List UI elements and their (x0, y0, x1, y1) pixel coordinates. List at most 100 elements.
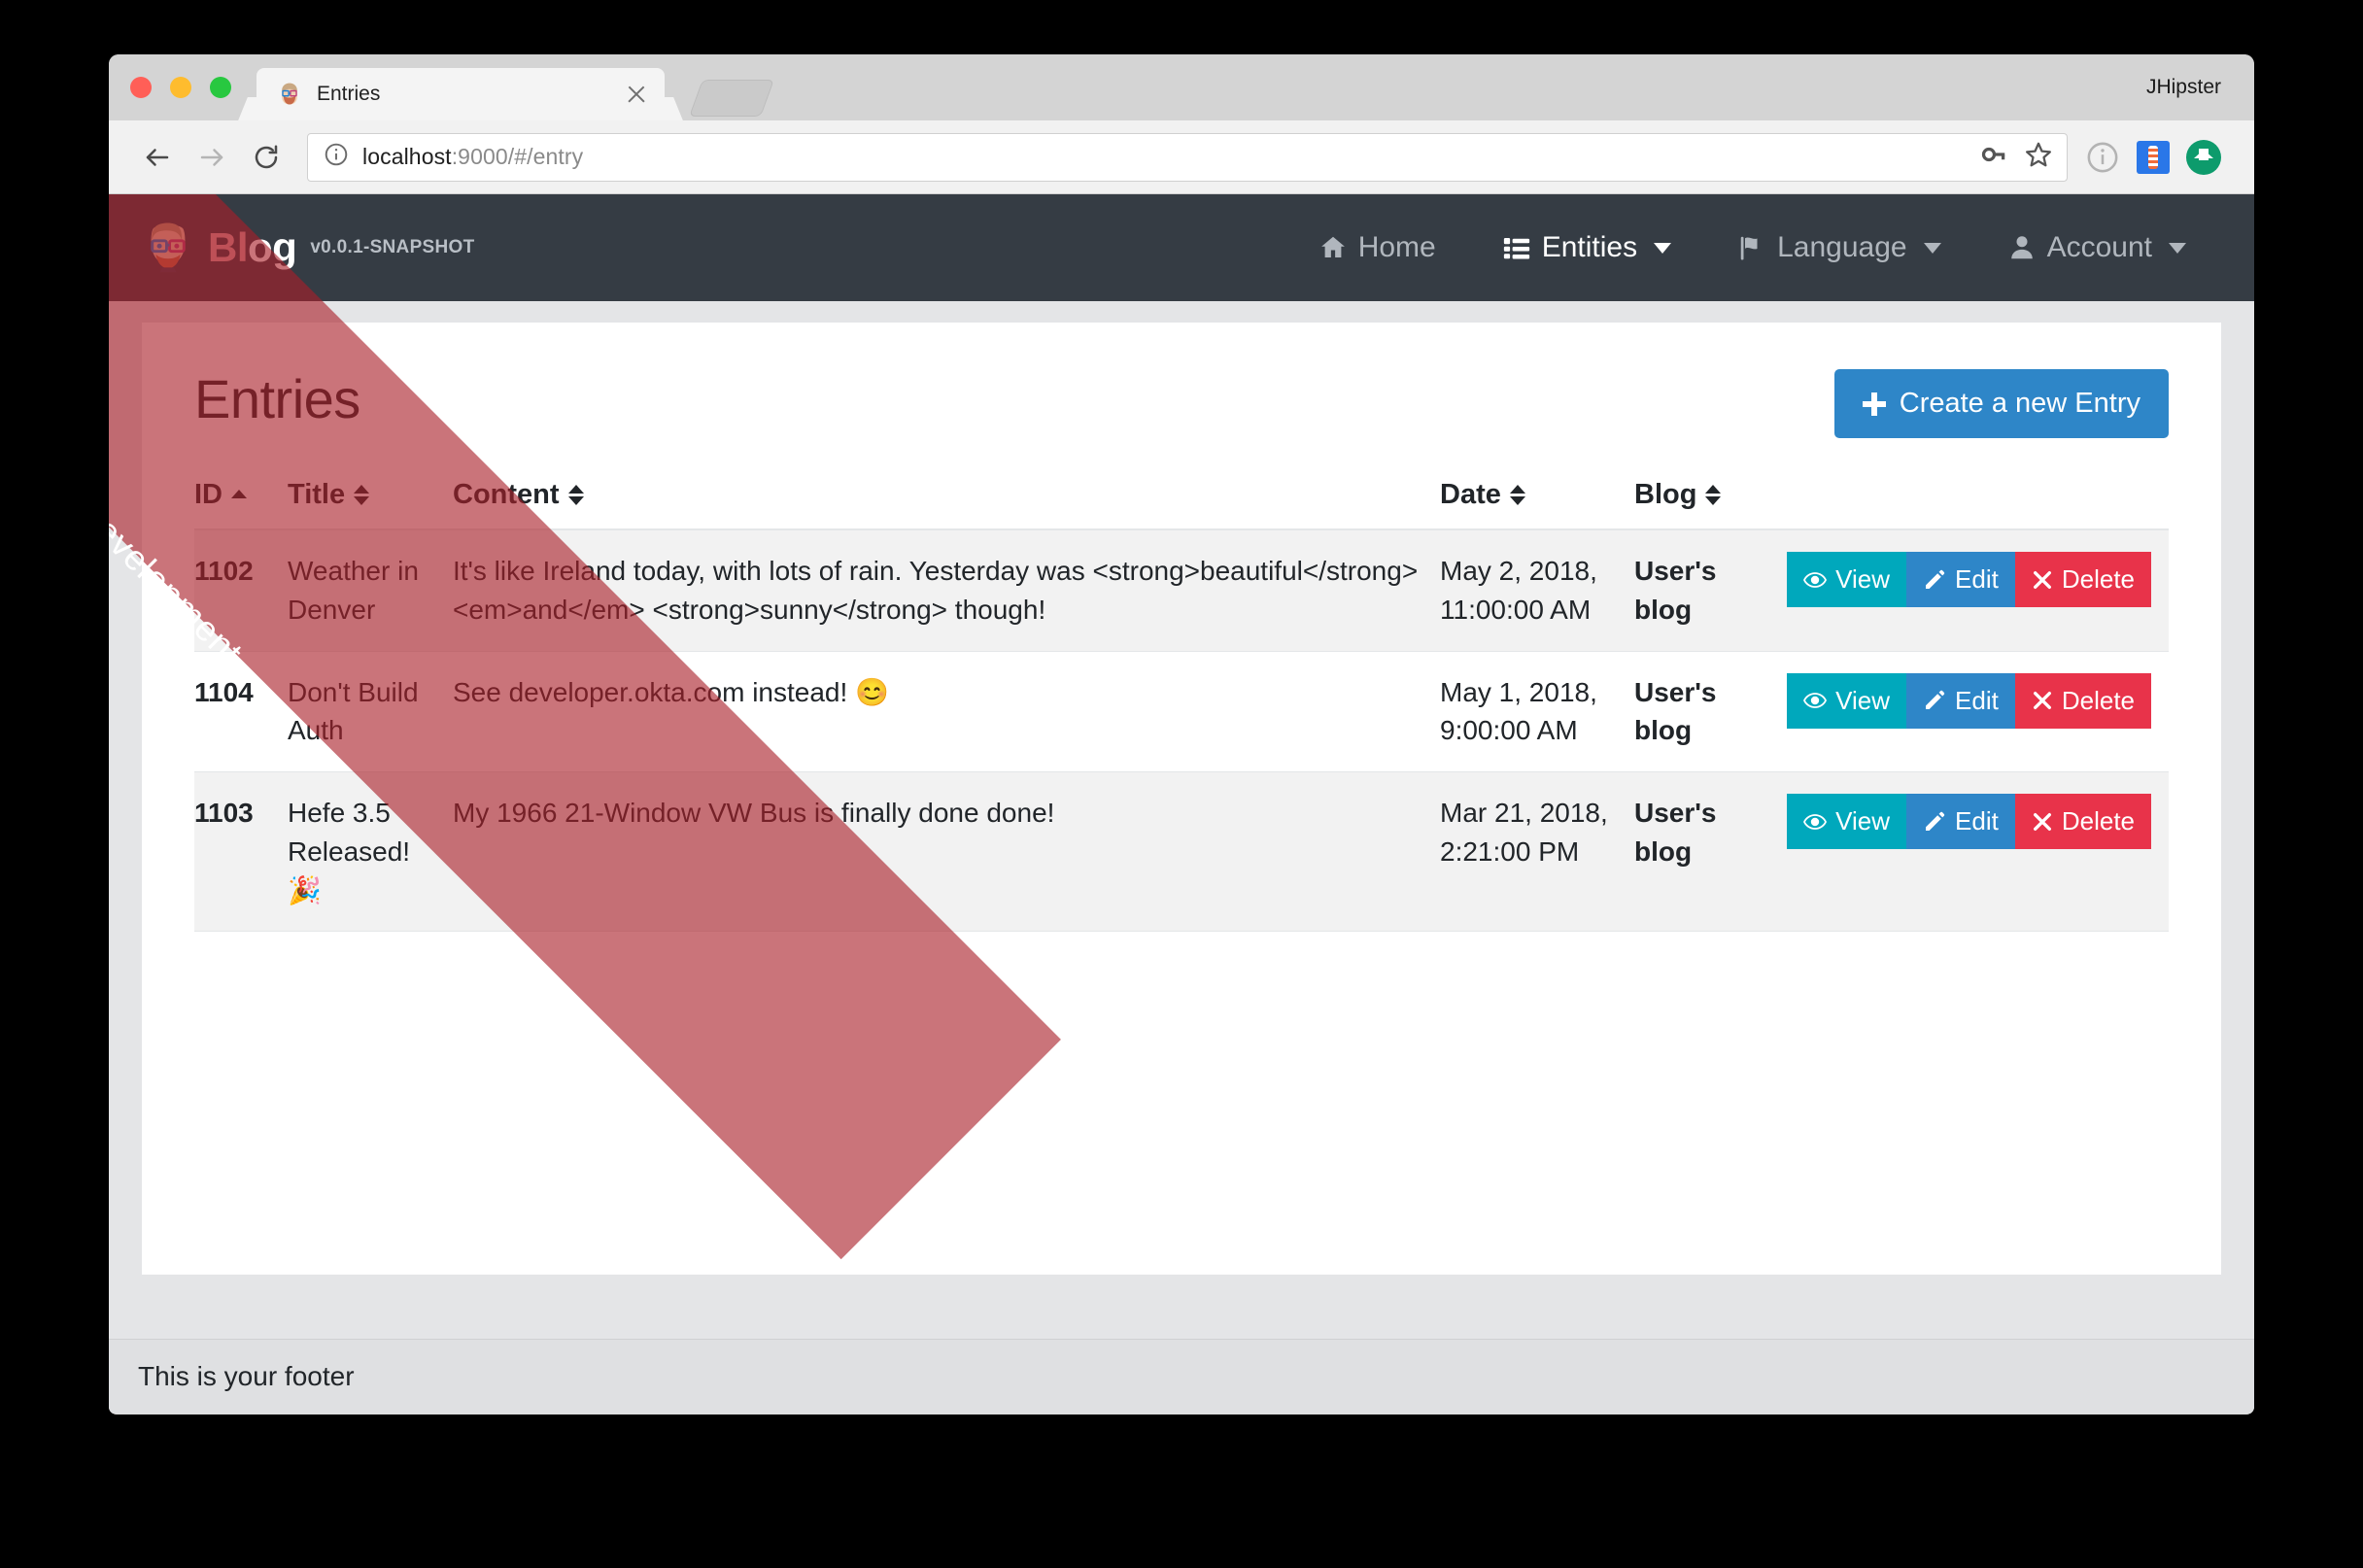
delete-button[interactable]: Delete (2014, 794, 2151, 849)
navbar-menu: Home Entities Language Account (1285, 222, 2219, 274)
chevron-down-icon (1654, 242, 1672, 254)
minimize-window-button[interactable] (170, 77, 191, 98)
content-card: Entries Create a new Entry ID Title Cont… (142, 323, 2221, 1275)
cell-actions: View Edit Delete (1780, 529, 2169, 652)
maximize-window-button[interactable] (210, 77, 231, 98)
nav-item-language[interactable]: Language (1704, 222, 1973, 274)
extension-info-icon[interactable] (2077, 132, 2128, 183)
browser-tab-title: Entries (317, 83, 381, 105)
cell-blog[interactable]: User's blog (1634, 529, 1780, 652)
page-viewport: Blog v0.0.1-SNAPSHOT Home Entities Langu… (109, 194, 2254, 1414)
column-header-id[interactable]: ID (194, 461, 288, 530)
flag-icon (1737, 233, 1766, 262)
column-header-title[interactable]: Title (288, 461, 453, 530)
jhipster-avatar-icon (138, 218, 198, 278)
nav-item-home[interactable]: Home (1285, 222, 1469, 274)
view-label: View (1835, 685, 1891, 715)
url-text[interactable]: localhost:9000/#/entry (362, 144, 1964, 170)
navbar-brand[interactable]: Blog v0.0.1-SNAPSHOT (138, 218, 475, 278)
user-icon (2007, 233, 2037, 262)
entries-table: ID Title Content Date Blog 1102 Weather … (194, 461, 2169, 933)
sort-icon (1705, 485, 1722, 505)
nav-item-entities-label: Entities (1541, 231, 1638, 263)
close-window-button[interactable] (130, 77, 152, 98)
cell-title: Don't Build Auth (288, 651, 453, 772)
cell-title: Weather in Denver (288, 529, 453, 652)
lighthouse-icon[interactable] (2128, 132, 2178, 183)
browser-tab[interactable]: Entries (257, 68, 665, 120)
entries-table-body: 1102 Weather in Denver It's like Ireland t… (194, 529, 2169, 933)
url-host: localhost (362, 144, 452, 169)
cell-content: See developer.okta.com instead! 😊 (453, 651, 1440, 772)
eye-icon (1803, 689, 1828, 712)
navbar-brand-text: Blog (208, 224, 297, 271)
eye-icon (1803, 810, 1828, 834)
forward-arrow-icon[interactable] (185, 130, 239, 185)
delete-label: Delete (2061, 685, 2135, 715)
browser-toolbar: localhost:9000/#/entry (109, 120, 2254, 194)
url-path: :9000/#/entry (451, 144, 584, 169)
edit-button[interactable]: Edit (1906, 794, 2015, 849)
cell-actions: View Edit Delete (1780, 771, 2169, 933)
view-label: View (1835, 806, 1891, 835)
cell-id: 1102 (194, 529, 288, 652)
browser-window: Entries JHipster localhost:9000/#/entry … (109, 54, 2254, 1415)
nav-item-account-label: Account (2046, 231, 2152, 263)
reload-icon[interactable] (239, 130, 293, 185)
column-header-blog-label: Blog (1634, 479, 1697, 510)
new-tab-button[interactable] (689, 80, 774, 117)
edit-label: Edit (1955, 806, 1999, 835)
nav-item-home-label: Home (1357, 231, 1436, 263)
column-header-date-label: Date (1440, 479, 1501, 510)
list-icon (1502, 233, 1531, 262)
table-row: 1103 Hefe 3.5 Released! 🎉 My 1966 21-Windo… (194, 771, 2169, 933)
delete-label: Delete (2061, 564, 2135, 594)
page-footer: This is your footer (109, 1339, 2254, 1414)
create-new-entry-button[interactable]: Create a new Entry (1833, 369, 2169, 438)
window-controls (130, 77, 231, 98)
footer-text: This is your footer (138, 1361, 355, 1391)
close-icon[interactable] (624, 82, 649, 107)
key-icon[interactable] (1979, 140, 2008, 174)
row-action-group: View Edit Delete (1787, 794, 2151, 849)
column-header-content[interactable]: Content (453, 461, 1440, 530)
sort-asc-icon (231, 489, 247, 501)
cell-blog[interactable]: User's blog (1634, 771, 1780, 933)
nav-item-account[interactable]: Account (1974, 222, 2219, 274)
browser-profile-name[interactable]: JHipster (2146, 76, 2221, 99)
table-row: 1102 Weather in Denver It's like Ireland t… (194, 529, 2169, 652)
cell-id: 1103 (194, 771, 288, 933)
cell-blog[interactable]: User's blog (1634, 651, 1780, 772)
back-arrow-icon[interactable] (130, 130, 185, 185)
cell-title: Hefe 3.5 Released! 🎉 (288, 771, 453, 933)
edit-label: Edit (1955, 564, 1999, 594)
column-header-date[interactable]: Date (1440, 461, 1634, 530)
delete-label: Delete (2061, 806, 2135, 835)
pencil-icon (1923, 810, 1946, 834)
edit-label: Edit (1955, 685, 1999, 715)
star-icon[interactable] (2024, 140, 2053, 174)
column-header-id-label: ID (194, 479, 223, 510)
view-button[interactable]: View (1787, 672, 1907, 729)
page-header: Entries Create a new Entry (194, 369, 2169, 461)
sort-icon (354, 485, 370, 505)
row-action-group: View Edit Delete (1787, 552, 2151, 607)
view-button[interactable]: View (1787, 552, 1907, 607)
plus-icon (1862, 392, 1886, 416)
url-bar[interactable]: localhost:9000/#/entry (307, 132, 2068, 182)
info-circle-icon[interactable] (324, 142, 349, 172)
home-icon (1318, 233, 1348, 262)
edit-button[interactable]: Edit (1906, 672, 2015, 729)
view-button[interactable]: View (1787, 794, 1907, 849)
nav-item-entities[interactable]: Entities (1469, 222, 1704, 274)
column-header-blog[interactable]: Blog (1634, 461, 2169, 530)
delete-button[interactable]: Delete (2014, 672, 2151, 729)
column-header-content-label: Content (453, 479, 560, 510)
edit-button[interactable]: Edit (1906, 552, 2015, 607)
upload-circle-icon[interactable] (2178, 132, 2229, 183)
delete-button[interactable]: Delete (2014, 552, 2151, 607)
view-label: View (1835, 564, 1891, 594)
app-navbar: Blog v0.0.1-SNAPSHOT Home Entities Langu… (109, 194, 2254, 301)
nav-item-language-label: Language (1777, 231, 1907, 263)
brand-text-part2: og (248, 224, 297, 270)
